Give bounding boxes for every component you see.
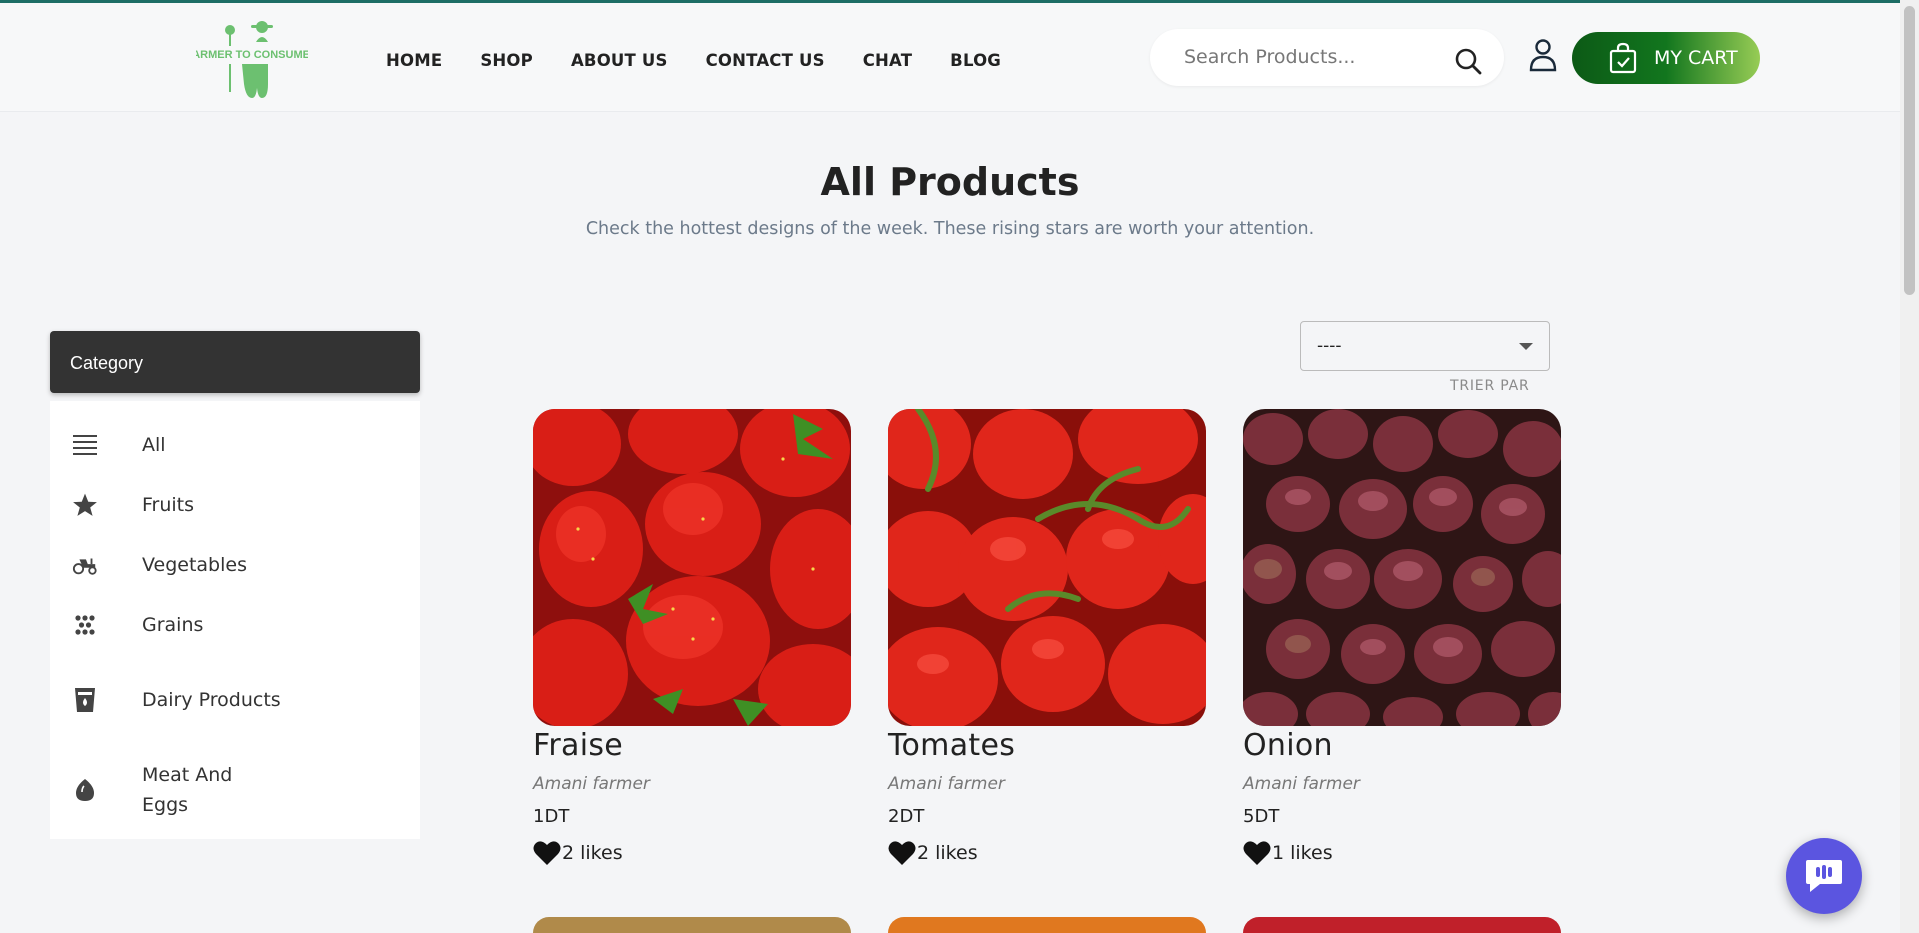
search-icon[interactable] <box>1454 47 1482 75</box>
grains-icon <box>72 612 98 638</box>
product-farmer: Amani farmer <box>888 774 1005 794</box>
heart-icon[interactable] <box>1243 840 1271 866</box>
category-label: Vegetables <box>142 554 247 576</box>
product-image-strawberries[interactable] <box>533 409 851 726</box>
product-card: Onion Amani farmer 5DT 1 likes <box>1243 409 1561 866</box>
nav-blog[interactable]: BLOG <box>950 51 1001 70</box>
category-heading: Category <box>50 331 420 393</box>
main-nav: HOME SHOP ABOUT US CONTACT US CHAT BLOG <box>386 51 1001 70</box>
site-header: FARMER TO CONSUMER F HOME SHOP ABOUT US … <box>0 3 1900 112</box>
nav-contact-us[interactable]: CONTACT US <box>706 51 825 70</box>
category-label: Meat And Eggs <box>142 764 233 816</box>
shopping-bag-icon <box>1609 42 1637 74</box>
list-icon <box>72 432 98 458</box>
category-label: Dairy Products <box>142 689 281 711</box>
product-farmer: Amani farmer <box>533 774 650 794</box>
cart-label: MY CART <box>1654 47 1738 69</box>
category-list: All Fruits Vegetables Grains Dairy Produ… <box>50 401 420 839</box>
product-image-red-onions[interactable] <box>1243 409 1561 726</box>
star-icon <box>72 492 98 518</box>
sort-value: ---- <box>1317 336 1342 356</box>
sort-label: TRIER PAR <box>1450 378 1530 394</box>
heart-icon[interactable] <box>888 840 916 866</box>
chat-bubble-icon <box>1806 860 1842 892</box>
search-bar <box>1150 29 1504 86</box>
egg-icon <box>72 777 98 803</box>
category-label: All <box>142 434 166 456</box>
product-likes: 1 likes <box>1243 840 1561 866</box>
category-label: Grains <box>142 614 204 636</box>
nav-about-us[interactable]: ABOUT US <box>571 51 668 70</box>
chat-widget-button[interactable] <box>1786 838 1862 914</box>
product-image-peek[interactable] <box>1243 917 1561 933</box>
heart-icon[interactable] <box>533 840 561 866</box>
category-item-vegetables[interactable]: Vegetables <box>50 535 420 595</box>
nav-chat[interactable]: CHAT <box>863 51 912 70</box>
category-item-fruits[interactable]: Fruits <box>50 475 420 535</box>
category-label: Fruits <box>142 494 195 516</box>
farmer-to-consumer-logo[interactable]: FARMER TO CONSUMER F <box>196 18 308 102</box>
category-item-all[interactable]: All <box>50 415 420 475</box>
product-farmer: Amani farmer <box>1243 774 1360 794</box>
sort-select[interactable]: ---- <box>1300 321 1550 371</box>
category-item-dairy-products[interactable]: Dairy Products <box>50 655 420 745</box>
product-image-peek[interactable] <box>888 917 1206 933</box>
logo-text: FARMER TO CONSUMER <box>196 49 308 61</box>
svg-text:F: F <box>258 68 262 74</box>
my-cart-button[interactable]: MY CART <box>1572 32 1760 84</box>
likes-count: 2 likes <box>562 842 623 864</box>
milk-glass-icon <box>72 687 98 713</box>
product-name[interactable]: Tomates <box>888 728 1206 764</box>
product-image-peek[interactable] <box>533 917 851 933</box>
product-card: Tomates Amani farmer 2DT 2 likes <box>888 409 1206 866</box>
search-input[interactable] <box>1184 43 1444 71</box>
product-price: 1DT <box>533 806 570 827</box>
tractor-icon <box>72 552 98 578</box>
nav-shop[interactable]: SHOP <box>480 51 533 70</box>
nav-home[interactable]: HOME <box>386 51 442 70</box>
product-price: 2DT <box>888 806 925 827</box>
dropdown-arrow-icon <box>1519 343 1533 350</box>
product-price: 5DT <box>1243 806 1280 827</box>
category-sidebar: Category All Fruits Vegetables Grains Da… <box>50 331 420 839</box>
page-scrollbar[interactable] <box>1900 0 1919 933</box>
category-item-grains[interactable]: Grains <box>50 595 420 655</box>
product-image-tomatoes[interactable] <box>888 409 1206 726</box>
page-subtitle: Check the hottest designs of the week. T… <box>585 219 1315 239</box>
likes-count: 2 likes <box>917 842 978 864</box>
category-item-meat-and-eggs[interactable]: Meat And Eggs <box>50 745 420 835</box>
scrollbar-thumb[interactable] <box>1904 6 1915 295</box>
page-title: All Products <box>820 160 1080 204</box>
user-account-icon[interactable] <box>1529 38 1557 72</box>
product-name[interactable]: Onion <box>1243 728 1561 764</box>
likes-count: 1 likes <box>1272 842 1333 864</box>
product-card: Fraise Amani farmer 1DT 2 likes <box>533 409 851 866</box>
product-name[interactable]: Fraise <box>533 728 851 764</box>
product-likes: 2 likes <box>888 840 1206 866</box>
product-likes: 2 likes <box>533 840 851 866</box>
